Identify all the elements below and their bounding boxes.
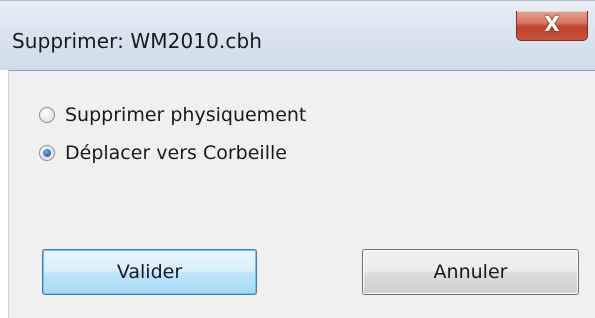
- option-delete-permanently[interactable]: Supprimer physiquement: [39, 100, 306, 130]
- option-label: Supprimer physiquement: [65, 104, 307, 126]
- dialog-body: Supprimer physiquement Déplacer vers Cor…: [8, 70, 595, 318]
- dialog-titlebar[interactable]: Supprimer: WM2010.cbh X: [0, 0, 595, 70]
- option-move-to-recycle-bin[interactable]: Déplacer vers Corbeille: [39, 138, 287, 168]
- dialog-title: Supprimer: WM2010.cbh: [12, 29, 263, 53]
- close-icon: X: [544, 12, 560, 36]
- radio-delete-permanently[interactable]: [39, 107, 55, 123]
- option-label: Déplacer vers Corbeille: [65, 142, 287, 164]
- close-button[interactable]: X: [516, 11, 588, 41]
- radio-move-to-recycle-bin[interactable]: [39, 145, 55, 161]
- cancel-button[interactable]: Annuler: [362, 249, 579, 295]
- validate-button[interactable]: Valider: [42, 249, 257, 295]
